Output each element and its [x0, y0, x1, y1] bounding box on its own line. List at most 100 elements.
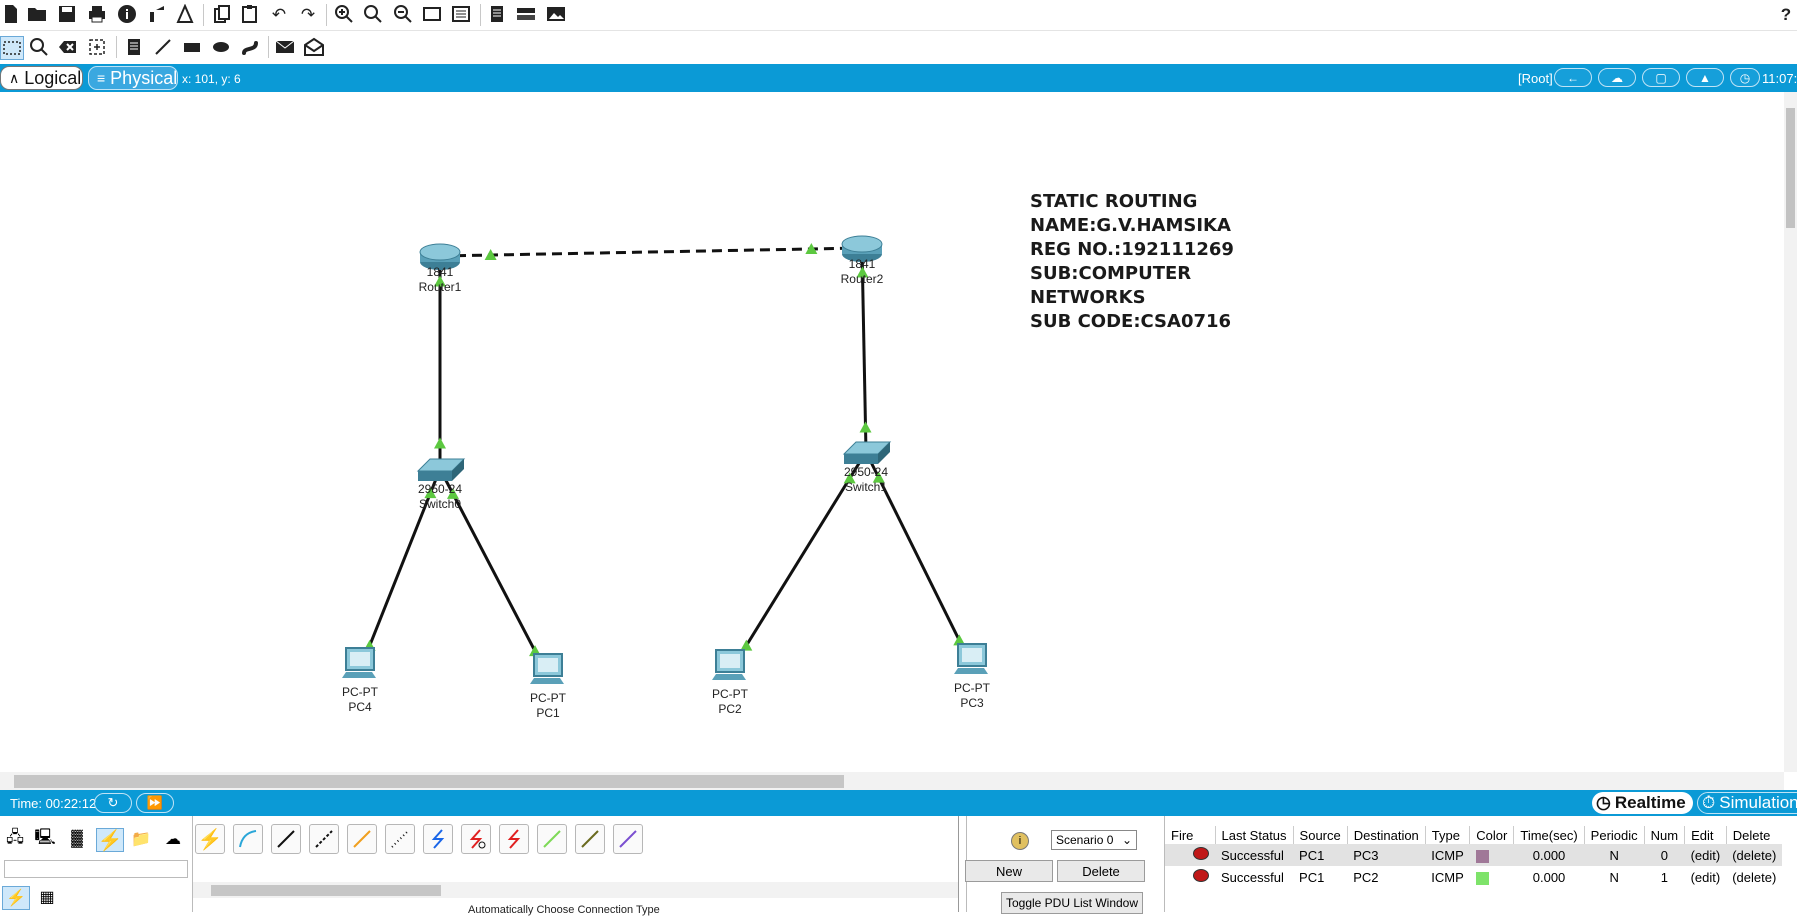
pdu-edit-link[interactable]: (edit) — [1685, 866, 1727, 888]
console-cable-icon[interactable] — [233, 824, 263, 854]
pdu-list-icon[interactable] — [486, 3, 508, 25]
coaxial-cable-icon[interactable] — [423, 824, 453, 854]
pdu-col-header[interactable]: Last Status — [1214, 826, 1294, 844]
back-icon[interactable]: ← — [1554, 68, 1592, 87]
drawing-palette-icon[interactable] — [421, 3, 443, 25]
scenario-select[interactable]: Scenario 0 ⌄ — [1051, 830, 1137, 850]
serial-dte-cable-icon[interactable] — [499, 824, 529, 854]
pdu-delete-link[interactable]: (delete) — [1726, 866, 1782, 888]
device-filter-field[interactable] — [4, 860, 188, 878]
pdu-col-header[interactable]: Delete — [1725, 826, 1783, 844]
phone-cable-icon[interactable] — [385, 824, 415, 854]
pdu-delete-link[interactable]: (delete) — [1726, 844, 1783, 866]
copy-icon[interactable] — [211, 3, 233, 25]
undo-icon[interactable]: ↶ — [268, 3, 290, 25]
misc-folder-icon[interactable]: 📁 — [128, 828, 154, 850]
straight-through-cable-icon[interactable] — [271, 824, 301, 854]
toggle-pdu-list-button[interactable]: Toggle PDU List Window — [1001, 892, 1143, 914]
cloud-icon[interactable]: ☁ — [1598, 68, 1636, 87]
fiber-cable-icon[interactable] — [347, 824, 377, 854]
print-icon[interactable] — [86, 3, 108, 25]
pdu-col-header[interactable]: Periodic — [1583, 826, 1645, 844]
redo-icon[interactable]: ↷ — [297, 3, 319, 25]
logical-workspace[interactable]: 1841 Router1 1841 Router2 2950-24 Switch0 2950… — [0, 92, 1784, 772]
root-breadcrumb[interactable]: [Root] — [1518, 71, 1553, 86]
end-devices-icon[interactable]: 🖳 — [32, 828, 58, 850]
help-icon[interactable]: ? — [1775, 3, 1797, 25]
background-image-icon[interactable]: ▲ — [1686, 68, 1724, 87]
auto-connection-icon[interactable]: ⚡ — [195, 824, 225, 854]
grid-icon[interactable]: ▦ — [34, 886, 60, 908]
serial-dce-cable-icon[interactable] — [461, 824, 491, 854]
router1-device[interactable]: 1841Router1 — [419, 243, 462, 294]
multiuser-cloud-icon[interactable]: ☁ — [160, 828, 186, 850]
pdu-col-header[interactable]: Edit — [1684, 826, 1727, 844]
note-icon[interactable] — [123, 36, 145, 58]
zoom-out-icon[interactable] — [392, 3, 414, 25]
scenario-info-icon[interactable]: i — [1011, 832, 1029, 850]
pdu-row[interactable]: Successful PC1 PC2 ICMP 0.000 N 1 (edit) (delete… — [1165, 866, 1782, 888]
pc2-device[interactable]: PC-PTPC2 — [712, 649, 749, 716]
tab-logical[interactable]: ∧ Logical — [0, 66, 83, 90]
cluster-icon[interactable] — [515, 3, 537, 25]
pdu-row[interactable]: Successful PC1 PC3 ICMP 0.000 N 0 (edit) (delete… — [1165, 844, 1783, 866]
pc4-device[interactable]: PC-PTPC4 — [342, 647, 379, 714]
power-cycle-icon[interactable]: ↻ — [94, 793, 132, 813]
crossover-cable-icon[interactable] — [309, 824, 339, 854]
octal-cable-icon[interactable] — [537, 824, 567, 854]
pdu-col-header[interactable]: Fire — [1165, 826, 1215, 844]
pc3-device[interactable]: PC-PTPC3 — [954, 643, 991, 710]
open-icon[interactable] — [26, 3, 48, 25]
delete-icon[interactable] — [57, 36, 79, 58]
network-wizard-icon[interactable] — [146, 3, 168, 25]
info-icon[interactable] — [116, 3, 138, 25]
add-complex-pdu-icon[interactable] — [303, 36, 325, 58]
network-devices-icon[interactable]: 🖧 — [2, 828, 28, 850]
image-icon[interactable] — [545, 3, 567, 25]
activity-wizard-icon[interactable] — [174, 3, 196, 25]
switch0-device[interactable]: 2950-24Switch0 — [416, 458, 466, 511]
line-icon[interactable] — [152, 36, 174, 58]
freeform-icon[interactable] — [239, 36, 261, 58]
simulation-mode-button[interactable]: ⏱ Simulation — [1697, 792, 1797, 814]
ellipse-icon[interactable] — [210, 36, 232, 58]
viewport-icon[interactable]: ▢ — [1642, 68, 1680, 87]
tab-physical[interactable]: ≡ Physical — [88, 66, 178, 90]
components-icon[interactable]: ▓ — [64, 828, 90, 850]
clock-icon[interactable]: ◷ — [1730, 68, 1760, 87]
custom-device-icon[interactable] — [450, 3, 472, 25]
pdu-edit-link[interactable]: (edit) — [1684, 844, 1727, 866]
pc1-device[interactable]: PC-PTPC1 — [530, 653, 567, 720]
pdu-col-header[interactable]: Destination — [1346, 826, 1426, 844]
pdu-col-header[interactable]: Color — [1469, 826, 1514, 844]
horizontal-scroll-thumb[interactable] — [14, 775, 844, 788]
fast-forward-icon[interactable]: ⏩ — [136, 793, 174, 813]
delete-scenario-button[interactable]: Delete — [1057, 860, 1145, 882]
new-icon[interactable] — [0, 3, 22, 25]
workspace-note[interactable]: STATIC ROUTING NAME:G.V.HAMSIKA REG NO.:… — [1030, 190, 1234, 334]
pdu-col-header[interactable]: Source — [1292, 826, 1348, 844]
pdu-col-header[interactable]: Time(sec) — [1513, 826, 1585, 844]
vertical-scroll-thumb[interactable] — [1786, 108, 1795, 228]
rectangle-icon[interactable] — [181, 36, 203, 58]
realtime-mode-button[interactable]: ◷ Realtime — [1592, 792, 1693, 814]
router2-device[interactable]: 1841Router2 — [841, 235, 884, 286]
select-icon[interactable] — [0, 36, 24, 60]
inspect-icon[interactable] — [28, 36, 50, 58]
connections-icon[interactable]: ⚡ — [96, 828, 124, 852]
paste-icon[interactable] — [239, 3, 261, 25]
fire-icon[interactable] — [1165, 866, 1215, 888]
add-simple-pdu-icon[interactable] — [274, 36, 296, 58]
iot-custom-cable-icon[interactable] — [575, 824, 605, 854]
fire-icon[interactable] — [1165, 844, 1215, 866]
usb-cable-icon[interactable] — [613, 824, 643, 854]
save-icon[interactable] — [56, 3, 78, 25]
zoom-reset-icon[interactable] — [362, 3, 384, 25]
connections-scroll-thumb[interactable] — [211, 885, 441, 896]
link-router1-router2[interactable] — [439, 246, 863, 258]
resize-icon[interactable] — [86, 36, 108, 58]
pdu-col-header[interactable]: Num — [1643, 826, 1685, 844]
new-scenario-button[interactable]: New — [965, 860, 1053, 882]
pdu-col-header[interactable]: Type — [1424, 826, 1470, 844]
connections-subcategory-icon[interactable]: ⚡ — [2, 886, 30, 910]
